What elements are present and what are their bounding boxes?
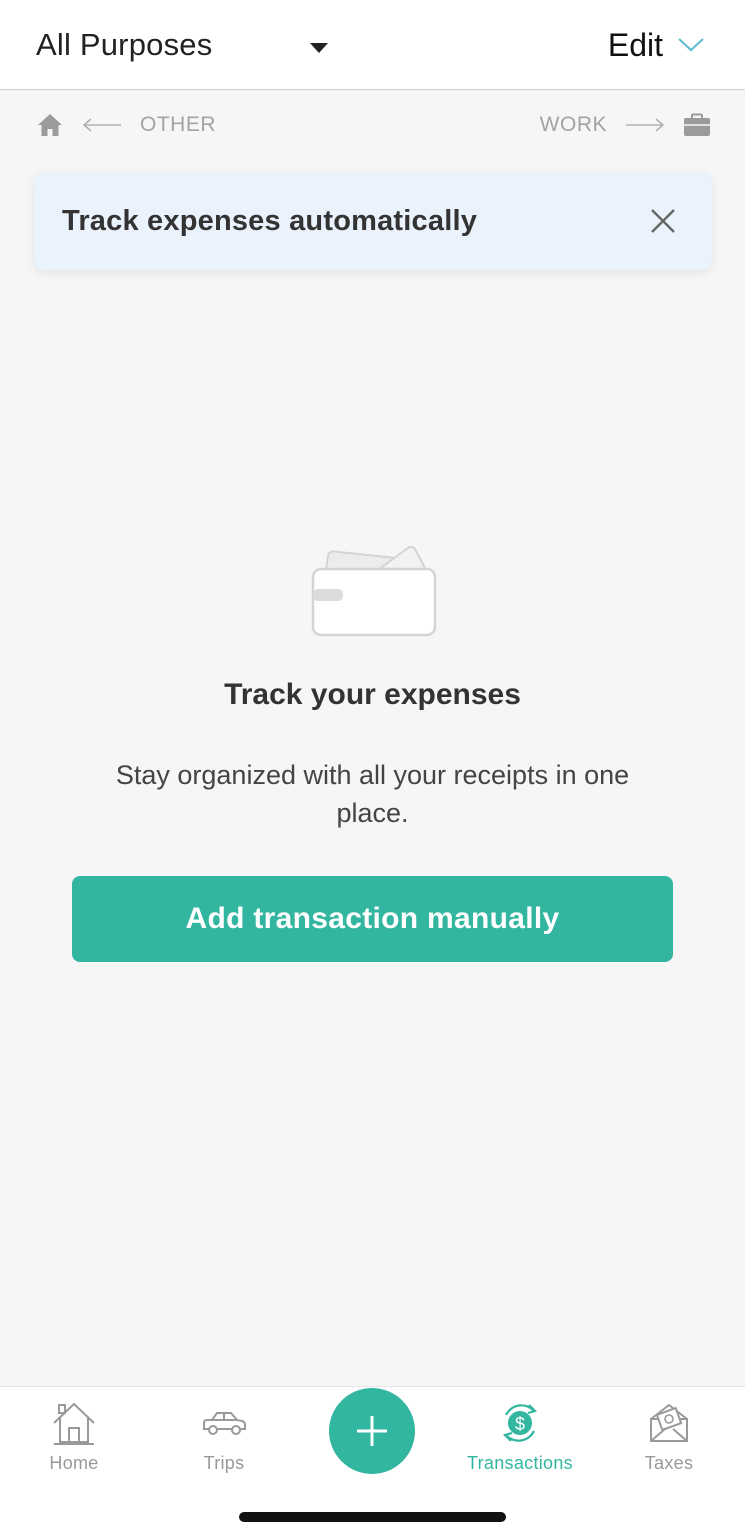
nav-item-taxes[interactable]: Taxes [609,1387,729,1487]
add-transaction-button[interactable]: Add transaction manually [72,876,673,962]
purpose-dropdown-label: All Purposes [36,27,213,62]
top-header: All Purposes Edit [0,0,745,90]
arrow-left-icon [82,118,121,132]
nav-label-transactions: Transactions [467,1453,573,1473]
swipe-hint-row: OTHER WORK [0,90,745,160]
purpose-dropdown[interactable]: All Purposes [36,0,346,90]
transactions-screen: All Purposes Edit OTHER WORK Track expen… [0,0,745,1536]
swipe-work-label: WORK [539,113,607,136]
transactions-icon: $ [502,1404,538,1442]
chevron-down-icon [678,38,704,52]
svg-text:$: $ [515,1414,525,1434]
plus-icon [357,1416,387,1446]
auto-track-banner[interactable]: Track expenses automatically [34,172,712,270]
home-icon [53,1402,95,1445]
arrow-right-icon [626,118,665,132]
swipe-to-work[interactable]: WORK [540,110,711,140]
nav-item-transactions[interactable]: $ Transactions [460,1387,580,1487]
nav-label-taxes: Taxes [644,1453,694,1473]
close-icon[interactable] [648,206,678,236]
nav-item-trips[interactable]: Trips [164,1387,284,1487]
edit-button-label: Edit [607,26,663,63]
add-fab-button[interactable] [329,1388,415,1474]
empty-state-description: Stay organized with all your receipts in… [115,760,630,828]
swipe-other-label: OTHER [140,113,216,136]
briefcase-icon [684,113,710,136]
nav-label-home: Home [49,1453,99,1473]
edit-button[interactable]: Edit [608,0,705,90]
home-indicator[interactable] [239,1512,506,1522]
car-icon [203,1412,246,1435]
nav-item-home[interactable]: Home [14,1387,134,1487]
home-filled-icon [38,114,62,136]
swipe-to-other[interactable]: OTHER [36,110,216,140]
caret-down-icon [310,43,328,53]
wallet-icon [311,545,437,637]
empty-state-title: Track your expenses [224,678,521,711]
banner-text: Track expenses automatically [62,204,478,237]
nav-label-trips: Trips [203,1453,245,1473]
taxes-envelope-icon [650,1403,688,1442]
